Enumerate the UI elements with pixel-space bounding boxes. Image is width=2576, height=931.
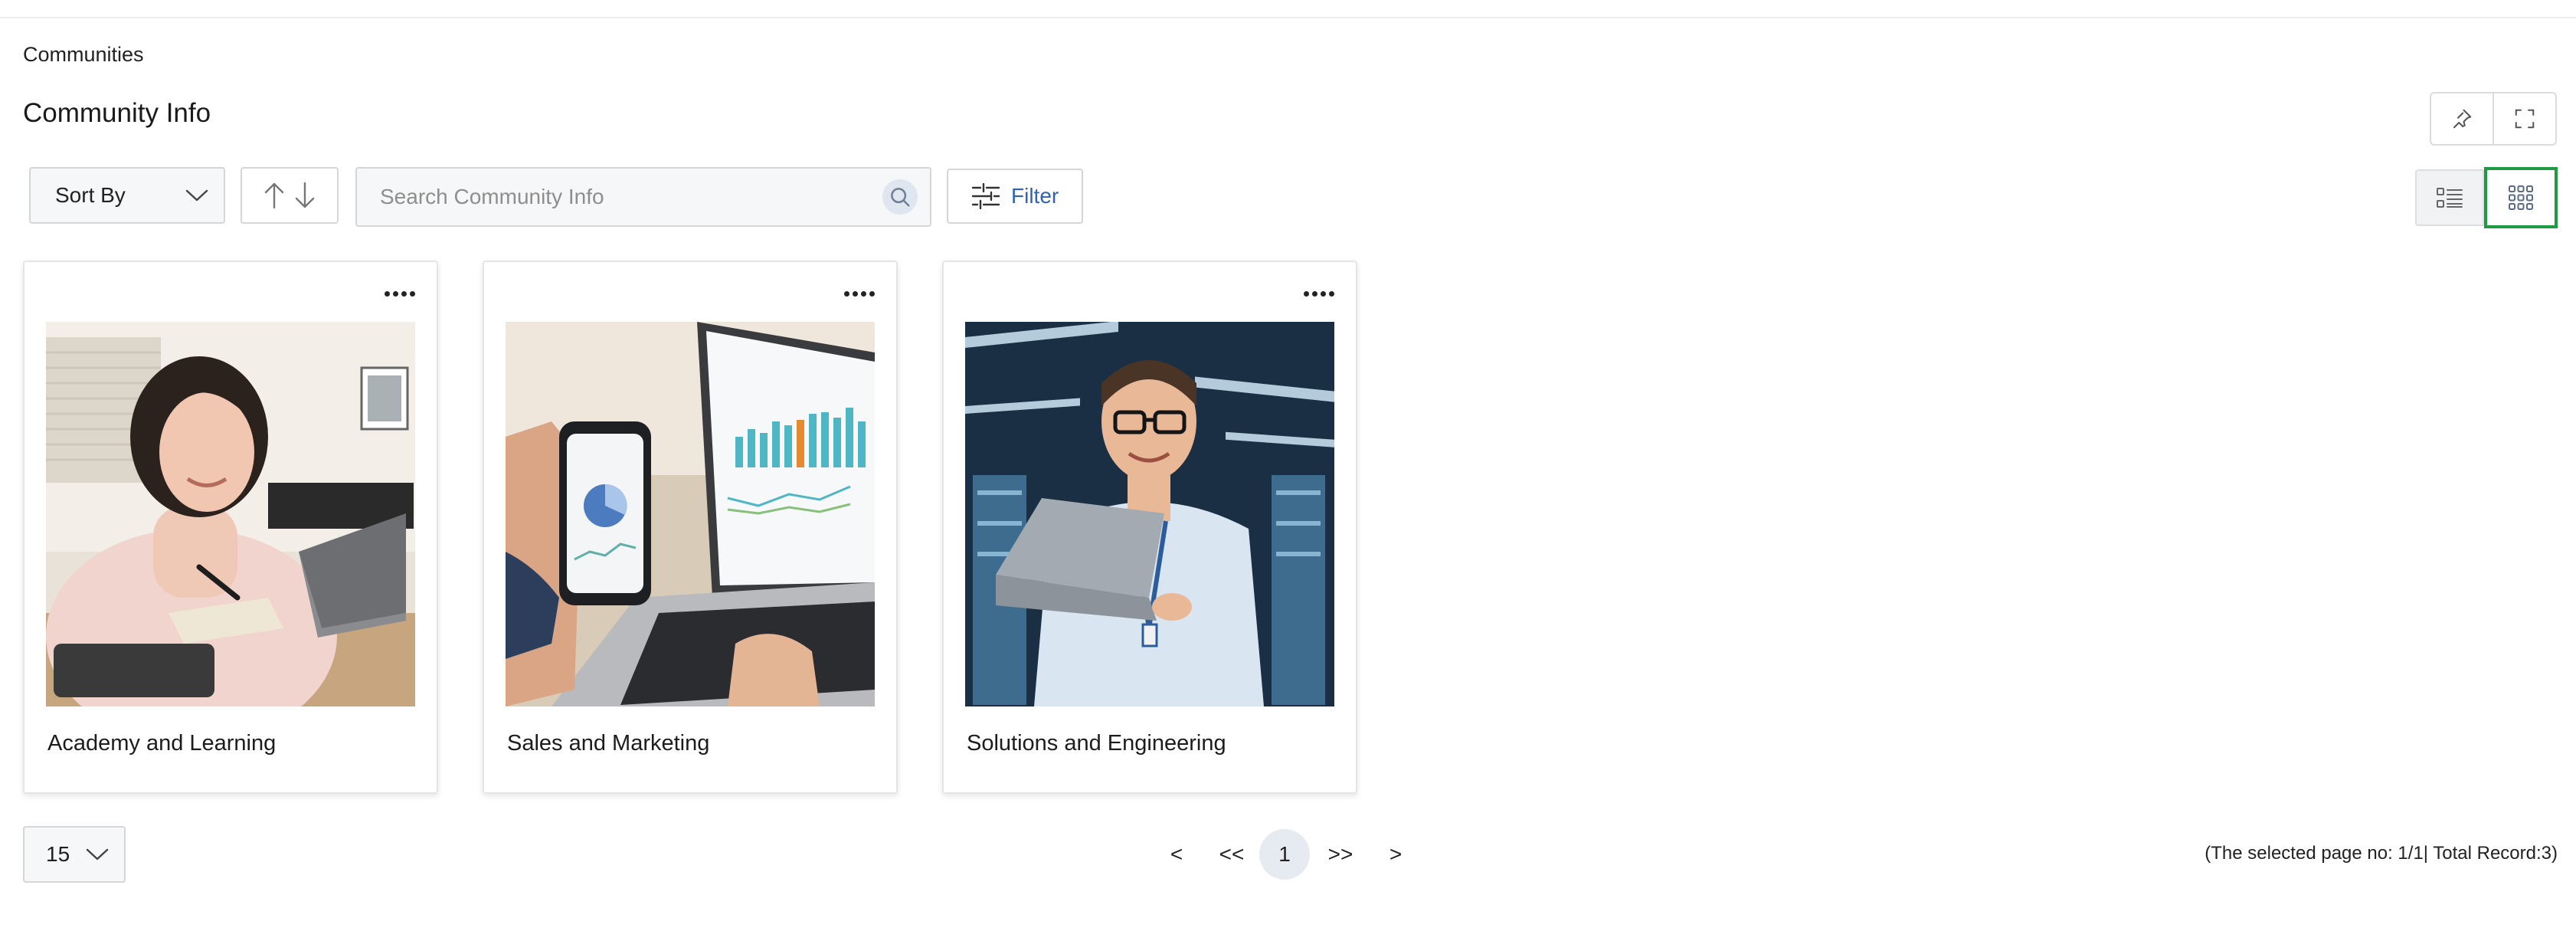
filter-label: Filter: [1011, 184, 1059, 208]
pin-icon: [2453, 109, 2472, 129]
search-input[interactable]: [380, 185, 882, 209]
page-size-value: 15: [46, 842, 70, 866]
page-size-dropdown[interactable]: 15: [23, 826, 126, 883]
grid-view-icon: [2509, 185, 2533, 210]
pagination: < << 1 >> >: [1149, 829, 1420, 880]
page-number-button[interactable]: 1: [1259, 829, 1310, 880]
community-image-sales: [506, 322, 875, 706]
arrow-down-icon: [295, 182, 315, 208]
chevron-down-icon: [185, 189, 208, 202]
list-view-icon: [2437, 188, 2463, 208]
arrow-up-icon: [264, 182, 284, 209]
filter-button[interactable]: Filter: [947, 169, 1083, 224]
sort-order-toggle[interactable]: [241, 167, 339, 224]
sort-by-dropdown[interactable]: Sort By: [29, 167, 225, 224]
header-divider: [0, 17, 2576, 18]
search-icon: [891, 188, 910, 207]
view-toggle: [2415, 167, 2558, 228]
community-card-title: Academy and Learning: [47, 731, 277, 756]
filter-sliders-icon: [971, 183, 1000, 209]
grid-view-button[interactable]: [2484, 167, 2558, 228]
fullscreen-button[interactable]: [2493, 93, 2555, 144]
page-title: Community Info: [23, 98, 211, 128]
sort-by-label: Sort By: [55, 183, 126, 207]
pin-button[interactable]: [2431, 93, 2493, 144]
prev-page-button[interactable]: <: [1149, 842, 1204, 867]
community-card-title: Solutions and Engineering: [967, 731, 1226, 756]
more-options-icon[interactable]: [844, 288, 875, 299]
search-field: [355, 167, 931, 227]
last-page-button[interactable]: >>: [1310, 842, 1371, 867]
more-options-icon[interactable]: [385, 288, 415, 299]
chevron-down-icon: [86, 848, 109, 861]
community-card[interactable]: Sales and Marketing: [483, 261, 898, 794]
next-page-button[interactable]: >: [1371, 842, 1420, 867]
fullscreen-icon: [2515, 109, 2535, 129]
search-button[interactable]: [882, 179, 918, 215]
community-card-title: Sales and Marketing: [507, 731, 710, 756]
record-count-text: (The selected page no: 1/1| Total Record…: [2204, 843, 2558, 864]
more-options-icon[interactable]: [1304, 288, 1334, 299]
community-image-solutions: [965, 322, 1334, 706]
community-card[interactable]: Solutions and Engineering: [942, 261, 1357, 794]
breadcrumb[interactable]: Communities: [23, 43, 144, 67]
community-image-academy: [46, 322, 415, 706]
first-page-button[interactable]: <<: [1204, 842, 1259, 867]
community-card[interactable]: Academy and Learning: [23, 261, 438, 794]
list-view-button[interactable]: [2415, 169, 2484, 226]
page-actions: [2430, 92, 2557, 146]
